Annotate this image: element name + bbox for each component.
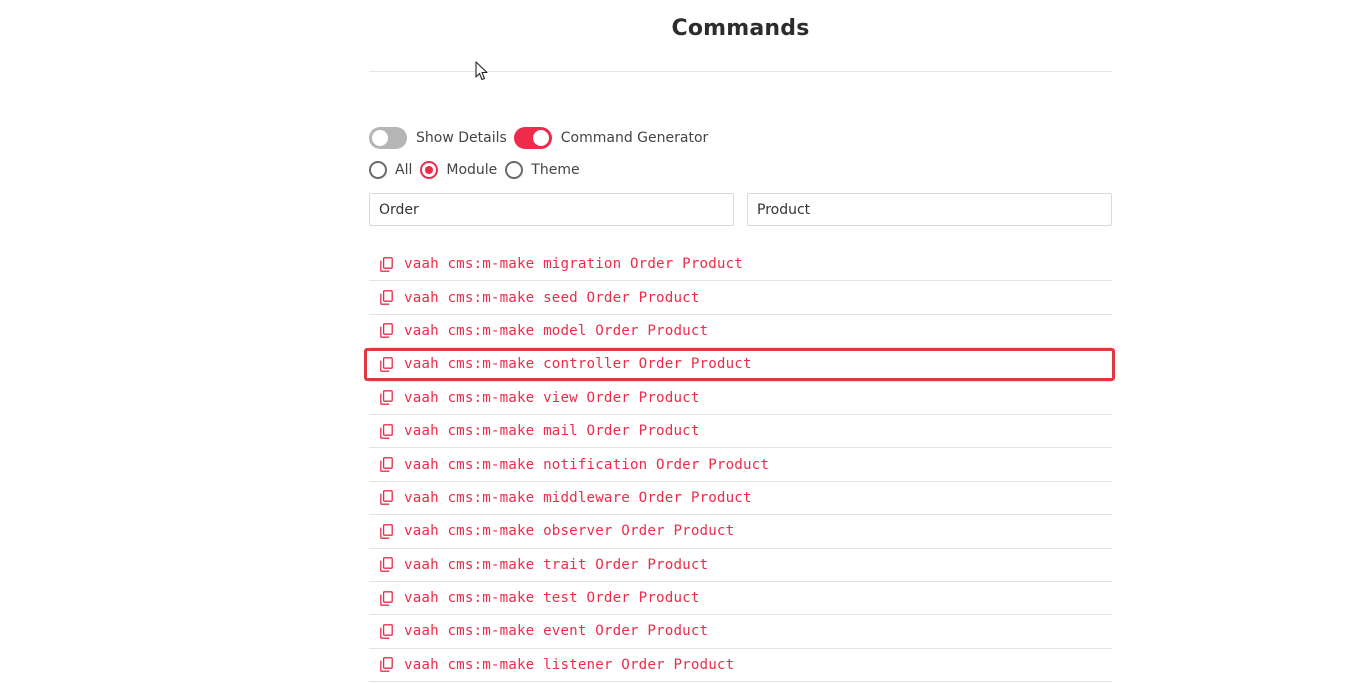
mouse-cursor-icon [475,61,488,81]
copy-icon[interactable] [379,290,393,306]
copy-icon[interactable] [379,557,393,573]
copy-icon[interactable] [379,623,393,639]
command-list: vaah cms:m-make migration Order Product v… [364,248,1115,683]
copy-icon[interactable] [379,256,393,272]
toggle-group: Show Details Command Generator [369,126,715,150]
toggle-knob [372,130,388,146]
copy-icon[interactable] [379,657,393,673]
command-generator-toggle[interactable] [513,127,552,149]
copy-icon[interactable] [379,356,393,372]
command-row[interactable]: vaah cms:m-make notification Order Produ… [369,448,1112,482]
command-generator-label: Command Generator [560,130,709,146]
command-text: vaah cms:m-make model Order Product [404,322,709,339]
copy-icon[interactable] [379,590,393,606]
copy-icon[interactable] [379,323,393,339]
toggle-knob [532,130,549,146]
command-row[interactable]: vaah cms:m-make seed Order Product [369,281,1112,315]
type-radio-group: All Module Theme [369,160,588,180]
command-text: vaah cms:m-make observer Order Product [404,523,735,540]
command-row[interactable]: vaah cms:m-make test Order Product [369,582,1112,616]
command-row[interactable]: vaah cms:m-make model Order Product [369,315,1112,349]
radio-theme[interactable] [505,161,524,179]
copy-icon[interactable] [379,423,393,439]
entity-name-input[interactable] [747,193,1112,226]
command-text: vaah cms:m-make notification Order Produ… [404,456,770,473]
command-text: vaah cms:m-make middleware Order Product [404,489,752,506]
show-details-label: Show Details [416,130,507,146]
page-title: Commands [671,16,810,41]
command-row[interactable]: vaah cms:m-make event Order Product [369,615,1112,649]
copy-icon[interactable] [379,457,393,473]
copy-icon[interactable] [379,390,393,406]
command-text: vaah cms:m-make mail Order Product [404,423,700,440]
command-text: vaah cms:m-make view Order Product [404,389,700,406]
command-row[interactable]: vaah cms:m-make controller Order Product [364,348,1115,382]
command-text: vaah cms:m-make trait Order Product [404,556,709,573]
command-text: vaah cms:m-make event Order Product [404,623,709,640]
copy-icon[interactable] [379,490,393,506]
copy-icon[interactable] [379,523,393,539]
command-text: vaah cms:m-make listener Order Product [404,656,735,673]
command-row[interactable]: vaah cms:m-make migration Order Product [369,248,1112,282]
command-row[interactable]: vaah cms:m-make trait Order Product [369,549,1112,582]
command-row[interactable]: vaah cms:m-make observer Order Product [369,515,1112,549]
command-row[interactable]: vaah cms:m-make middleware Order Product [369,482,1112,516]
radio-all-label: All [395,162,413,178]
module-name-input[interactable] [369,193,734,226]
command-row[interactable]: vaah cms:m-make mail Order Product [369,415,1112,449]
command-row[interactable]: vaah cms:m-make listener Order Product [369,649,1112,683]
radio-theme-label: Theme [531,162,580,178]
command-text: vaah cms:m-make controller Order Product [404,356,752,373]
show-details-toggle[interactable] [369,127,407,149]
command-text: vaah cms:m-make migration Order Product [404,256,743,273]
radio-module-label: Module [446,162,498,178]
radio-module[interactable] [420,161,439,179]
command-row[interactable]: vaah cms:m-make view Order Product [369,382,1112,415]
radio-all[interactable] [369,161,387,179]
command-text: vaah cms:m-make seed Order Product [404,289,700,306]
command-text: vaah cms:m-make test Order Product [404,590,700,607]
